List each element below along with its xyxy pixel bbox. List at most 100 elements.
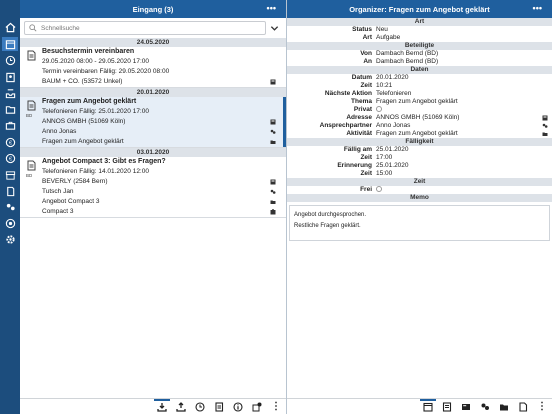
inbox-more-button[interactable]: ••• [267, 3, 276, 13]
field-adresse: Adresse ANNOS GMBH (51069 Köln) [287, 114, 552, 122]
memo-line: Restliche Fragen geklärt. [294, 223, 361, 229]
entry-line: Fragen zum Angebot geklärt [42, 138, 124, 145]
address-icon [270, 79, 276, 85]
field-privat: Privat [287, 106, 552, 114]
owner-tag: BD [26, 113, 33, 118]
field-aktivitaet: Aktivität Fragen zum Angebot geklärt [287, 130, 552, 138]
frei-checkbox[interactable] [376, 186, 382, 193]
folder-icon[interactable] [2, 102, 18, 116]
calendar-icon[interactable] [420, 398, 436, 413]
contact-person-icon [270, 189, 276, 194]
euro-icon[interactable]: € [2, 135, 18, 149]
product-icon [270, 209, 276, 215]
filter-settings-icon[interactable] [251, 401, 263, 413]
target-icon[interactable] [2, 216, 18, 230]
date-separator: 03.01.2020 [20, 148, 286, 157]
organizer-more-button[interactable]: ••• [533, 3, 542, 13]
detail-pane: Art Status Neu Art Aufgabe Beteiligte Von D… [287, 18, 552, 241]
inbox-list: 24.05.2020 Besuchstermin vereinbaren 29.… [20, 38, 286, 218]
activity-folder-icon [270, 140, 276, 144]
more-vertical-icon[interactable]: ⋮ [536, 401, 548, 413]
memo-line: Angebot durchgesprochen. [294, 212, 367, 218]
document-icon[interactable] [517, 401, 529, 413]
date-separator: 24.05.2020 [20, 38, 286, 47]
entry-title: Angebot Compact 3: Gibt es Fragen? [42, 158, 166, 165]
archive-icon[interactable] [2, 168, 18, 182]
organizer-header: Organizer: Fragen zum Angebot geklärt ••… [287, 0, 552, 18]
navigation-rail: € € [0, 0, 20, 414]
entry-line: Termin vereinbaren Fällig: 29.05.2020 08… [42, 68, 170, 75]
organizer-title: Organizer: Fragen zum Angebot geklärt [349, 4, 490, 14]
info-icon[interactable] [232, 401, 244, 413]
address-icon [270, 119, 276, 125]
briefcase-icon[interactable] [2, 118, 18, 132]
document-icon [27, 50, 36, 61]
entry-line: Angebot Compact 3 [42, 198, 100, 205]
entry-line: Telefonieren Fällig: 25.01.2020 17:00 [42, 108, 149, 115]
svg-text:€: € [8, 156, 11, 162]
memo-field[interactable]: Angebot durchgesprochen. Restliche Frage… [289, 205, 550, 241]
inbox-download-icon[interactable] [154, 398, 170, 413]
section-header-zeit: Zeit [287, 178, 552, 186]
detail-toolbar: ⋮ [287, 398, 552, 414]
settings-gear-icon[interactable] [2, 232, 18, 246]
currency-icon[interactable]: € [2, 151, 18, 165]
clock-icon[interactable] [2, 53, 18, 67]
field-faellig-am: Fällig am 25.01.2020 [343, 146, 409, 153]
contact-person-icon[interactable] [542, 123, 548, 129]
entry-line: Anno Jonas [42, 128, 77, 135]
list-item[interactable]: BD Fragen zum Angebot geklärt Telefonier… [20, 97, 286, 148]
date-separator: 20.01.2020 [20, 88, 286, 97]
section-header-beteiligte: Beteiligte [287, 42, 552, 50]
entry-line: Tutsch Jan [42, 188, 74, 195]
privat-checkbox[interactable] [376, 106, 382, 113]
contact-person-icon [270, 129, 276, 134]
folder-icon[interactable] [498, 401, 510, 413]
list-item[interactable]: BD Angebot Compact 3: Gibt es Fragen? Te… [20, 157, 286, 218]
field-naechste-aktion: Nächste Aktion Telefonieren [324, 90, 412, 97]
address-icon[interactable] [542, 115, 548, 121]
entry-line: BAUM + CO. (53572 Unkel) [42, 78, 123, 85]
field-faellig-zeit: Zeit 17:00 [360, 154, 393, 161]
section-header-memo: Memo [287, 194, 552, 202]
entry-line: Compact 3 [42, 208, 74, 215]
activity-folder-icon[interactable] [542, 131, 548, 137]
chevron-down-icon[interactable] [268, 22, 280, 34]
address-card-icon[interactable] [460, 401, 472, 413]
document-icon[interactable] [2, 184, 18, 198]
document-icon [27, 100, 36, 111]
list-item[interactable]: Besuchstermin vereinbaren 29.05.2020 08:… [20, 47, 286, 88]
entry-line: 29.05.2020 08:00 - 29.05.2020 17:00 [42, 58, 149, 65]
group-icon[interactable] [2, 200, 18, 214]
notes-icon[interactable] [213, 401, 225, 413]
list-view-icon[interactable] [441, 401, 453, 413]
owner-tag: BD [26, 173, 33, 178]
quick-search[interactable] [24, 21, 266, 35]
address-icon [270, 179, 276, 185]
home-icon[interactable] [2, 20, 18, 34]
entry-line: Telefonieren Fällig: 14.01.2020 12:00 [42, 168, 149, 175]
contacts-icon[interactable] [2, 70, 18, 84]
section-header-daten: Daten [287, 66, 552, 74]
entry-line: ANNOS GMBH (51069 Köln) [42, 118, 126, 125]
search-input[interactable] [41, 24, 241, 32]
entry-title: Besuchstermin vereinbaren [42, 48, 135, 55]
field-erinnerung: Erinnerung 25.01.2020 [337, 162, 409, 169]
more-vertical-icon[interactable]: ⋮ [270, 401, 282, 413]
inbox-title: Eingang (3) [132, 4, 174, 14]
field-zeit: Zeit 10:21 [360, 82, 393, 89]
inbox-toolbar: ⋮ [20, 398, 286, 414]
contacts-group-icon[interactable] [479, 401, 491, 413]
search-icon [29, 24, 37, 32]
field-frei: Frei [287, 186, 552, 194]
clock-icon[interactable] [194, 401, 206, 413]
outbox-upload-icon[interactable] [175, 401, 187, 413]
document-icon [27, 160, 36, 171]
calendar-icon[interactable] [2, 37, 18, 51]
field-thema: Thema Fragen zum Angebot geklärt [351, 98, 458, 105]
field-von: Von Dambach Bernd (BD) [360, 50, 439, 57]
activity-folder-icon [270, 200, 276, 204]
section-header-art: Art [287, 18, 552, 26]
field-ansprechpartner: Ansprechpartner Anno Jonas [287, 122, 552, 130]
inbox-icon[interactable] [2, 86, 18, 100]
